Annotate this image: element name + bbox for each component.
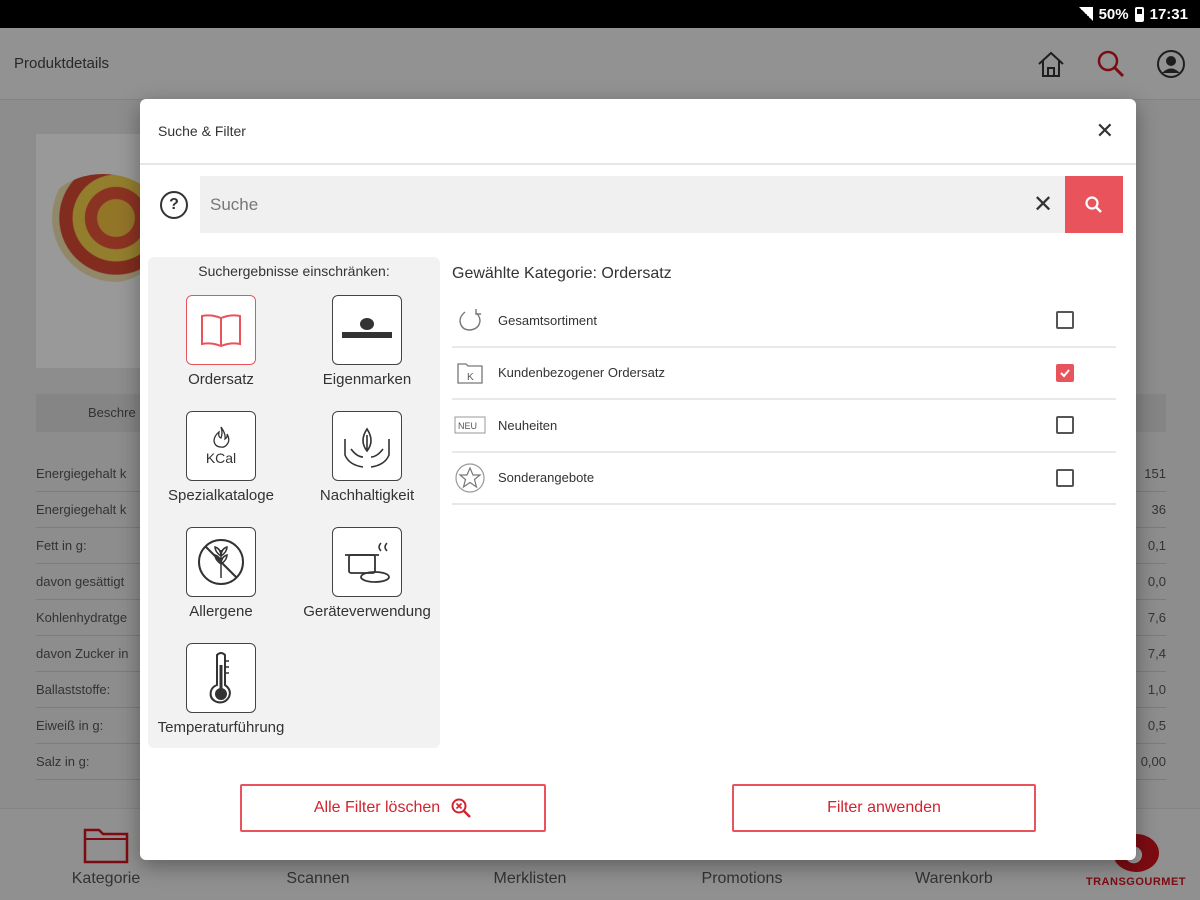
apply-filters-label: Filter anwenden — [827, 799, 941, 816]
svg-text:NEU: NEU — [458, 421, 477, 431]
option-kundenbezogener-ordersatz[interactable]: K Kundenbezogener Ordersatz — [452, 348, 1116, 400]
option-label: Neuheiten — [498, 417, 558, 433]
option-gesamtsortiment[interactable]: Gesamtsortiment — [452, 295, 1116, 348]
search-filter-dialog: Suche & Filter ✕ ? ✕ Suchergebnisse eins… — [140, 99, 1136, 860]
apply-filters-button[interactable]: Filter anwenden — [732, 784, 1036, 832]
battery-percent: 50% — [1098, 5, 1129, 23]
option-checkbox[interactable] — [1056, 311, 1074, 330]
signal-icon — [1078, 7, 1093, 21]
transgourmet-logo-icon — [342, 318, 392, 338]
no-wheat-icon — [198, 539, 244, 585]
search-box: ✕ — [200, 176, 1065, 233]
option-neuheiten[interactable]: NEU Neuheiten — [452, 400, 1116, 453]
restrict-title: Suchergebnisse einschränken: — [198, 263, 390, 279]
k-folder-icon: K — [457, 363, 483, 384]
clear-filters-button[interactable]: Alle Filter löschen — [240, 784, 546, 832]
restrict-panel: Suchergebnisse einschränken: Ordersatz E… — [148, 257, 440, 748]
hands-leaf-icon — [344, 427, 390, 468]
checkmark-icon — [1058, 365, 1072, 380]
thermometer-icon — [209, 652, 231, 704]
clear-filters-label: Alle Filter löschen — [313, 799, 441, 816]
star-icon — [455, 463, 485, 493]
option-label: Kundenbezogener Ordersatz — [498, 365, 665, 381]
category-geraeteverwendung[interactable]: Geräteverwendung — [294, 527, 440, 620]
search-button[interactable] — [1065, 176, 1123, 233]
clock: 17:31 — [1149, 5, 1188, 23]
search-clear-icon — [451, 798, 472, 818]
refresh-icon — [459, 309, 481, 331]
option-list: Gesamtsortiment K Kundenbezogener Orders… — [452, 295, 1116, 505]
kcal-flame-icon — [213, 426, 230, 448]
book-icon — [201, 314, 241, 348]
selected-category-title: Gewählte Kategorie: Ordersatz — [452, 265, 672, 282]
option-label: Gesamtsortiment — [498, 312, 597, 328]
clear-search-icon[interactable]: ✕ — [1021, 190, 1065, 219]
new-badge-icon: NEU — [454, 416, 486, 434]
battery-icon — [1134, 6, 1144, 22]
category-temperaturfuehrung[interactable]: Temperaturführung — [148, 643, 294, 736]
option-sonderangebote[interactable]: Sonderangebote — [452, 453, 1116, 505]
option-checkbox[interactable] — [1056, 416, 1074, 435]
category-eigenmarken[interactable]: Eigenmarken — [294, 295, 440, 388]
category-spezialkataloge[interactable]: KCal Spezialkataloge — [148, 411, 294, 504]
dialog-title: Suche & Filter — [158, 123, 246, 139]
category-ordersatz[interactable]: Ordersatz — [148, 295, 294, 388]
status-bar: 50% 17:31 — [0, 0, 1200, 28]
help-icon[interactable]: ? — [160, 190, 188, 219]
search-icon — [1085, 195, 1102, 213]
category-allergene[interactable]: Allergene — [148, 527, 294, 620]
option-checkbox[interactable] — [1056, 468, 1074, 487]
category-nachhaltigkeit[interactable]: Nachhaltigkeit — [294, 411, 440, 504]
dialog-header: Suche & Filter ✕ — [140, 99, 1136, 165]
search-row: ? ✕ — [160, 176, 1123, 233]
option-checkbox-checked[interactable] — [1056, 363, 1074, 382]
svg-text:K: K — [467, 372, 474, 383]
search-input[interactable] — [210, 194, 1021, 215]
close-icon[interactable]: ✕ — [1096, 120, 1114, 142]
option-label: Sonderangebote — [498, 470, 595, 486]
cooking-pot-icon — [345, 542, 390, 583]
